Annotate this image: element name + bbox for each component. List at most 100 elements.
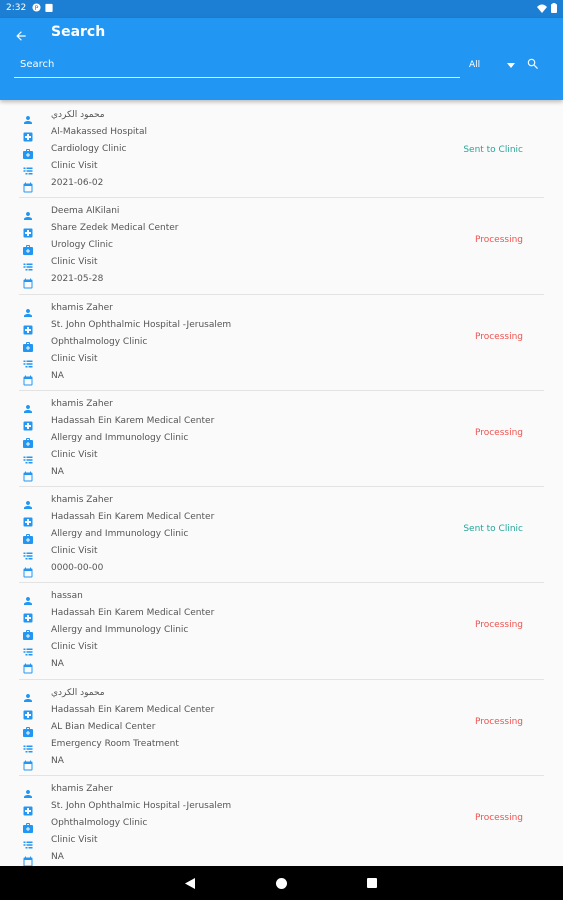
visit-type-icon bbox=[22, 355, 34, 368]
hospital-icon bbox=[22, 802, 34, 816]
record-hospital: Hadassah Ein Karem Medical Center bbox=[51, 704, 215, 715]
dropdown-arrow-icon bbox=[507, 62, 515, 68]
nav-back-button[interactable] bbox=[182, 875, 198, 891]
search-results-list: محمود الكردي Al-Makassed Hospital Cardiolo… bbox=[0, 102, 563, 873]
hospital-icon bbox=[22, 417, 34, 431]
record-visit-type: Clinic Visit bbox=[51, 642, 98, 653]
medical-bag-icon bbox=[22, 723, 34, 737]
hospital-icon bbox=[22, 128, 34, 142]
person-icon bbox=[22, 207, 34, 221]
result-card[interactable]: khamis Zaher Hadassah Ein Karem Medical C… bbox=[19, 487, 544, 584]
status-bar: 2:32 P bbox=[0, 0, 563, 18]
record-clinic-row: Ophthalmology Clinic bbox=[19, 817, 543, 834]
record-date-row: NA bbox=[19, 370, 543, 387]
svg-text:P: P bbox=[35, 5, 39, 12]
calendar-icon bbox=[22, 372, 34, 386]
record-clinic: Allergy and Immunology Clinic bbox=[51, 625, 189, 636]
record-hospital: Hadassah Ein Karem Medical Center bbox=[51, 608, 215, 619]
nav-home-button[interactable] bbox=[273, 875, 289, 891]
medical-bag-icon bbox=[22, 338, 34, 352]
medical-bag-icon bbox=[22, 626, 34, 641]
page-title: Search bbox=[51, 24, 106, 40]
search-button[interactable] bbox=[521, 52, 545, 76]
record-hospital: St. John Ophthalmic Hospital -Jerusalem bbox=[51, 801, 232, 812]
hospital-icon bbox=[22, 321, 34, 335]
record-visit-type-row: Clinic Visit bbox=[19, 449, 543, 466]
record-name: khamis Zaher bbox=[51, 784, 113, 795]
calendar-icon bbox=[22, 179, 34, 193]
hospital-icon bbox=[22, 706, 34, 720]
record-clinic: AL Bian Medical Center bbox=[51, 721, 156, 732]
record-hospital-row: Al-Makassed Hospital bbox=[19, 126, 543, 143]
result-card[interactable]: khamis Zaher Hadassah Ein Karem Medical C… bbox=[19, 391, 544, 488]
record-hospital: Hadassah Ein Karem Medical Center bbox=[51, 512, 215, 523]
record-visit-type-row: Clinic Visit bbox=[19, 160, 543, 177]
record-date: NA bbox=[51, 370, 64, 381]
record-visit-type: Clinic Visit bbox=[51, 835, 98, 846]
result-card[interactable]: khamis Zaher St. John Ophthalmic Hospital… bbox=[19, 295, 544, 391]
filter-dropdown[interactable]: All bbox=[469, 56, 515, 74]
record-date: NA bbox=[51, 755, 64, 766]
record-visit-type: Clinic Visit bbox=[51, 257, 98, 268]
record-name: Deema AlKilani bbox=[51, 206, 120, 217]
status-label: Processing bbox=[474, 813, 523, 824]
calendar-icon bbox=[22, 853, 34, 867]
medical-bag-icon bbox=[22, 434, 34, 448]
record-name: محمود الكردي bbox=[51, 110, 105, 120]
result-card[interactable]: Deema AlKilani Share Zedek Medical Center… bbox=[19, 198, 544, 295]
record-hospital: St. John Ophthalmic Hospital -Jerusalem bbox=[51, 319, 232, 330]
record-visit-type: Emergency Room Treatment bbox=[51, 738, 179, 749]
record-visit-type-row: Clinic Visit bbox=[19, 545, 543, 562]
visit-type-icon bbox=[22, 836, 34, 849]
status-time: 2:32 bbox=[6, 3, 27, 13]
record-visit-type: Clinic Visit bbox=[51, 546, 98, 557]
record-clinic: Allergy and Immunology Clinic bbox=[51, 432, 189, 443]
record-name: khamis Zaher bbox=[51, 495, 113, 506]
calendar-icon bbox=[22, 757, 34, 771]
record-clinic-row: Urology Clinic bbox=[19, 239, 543, 256]
visit-type-icon bbox=[22, 643, 34, 656]
person-icon bbox=[22, 592, 34, 606]
record-name: hassan bbox=[51, 591, 83, 602]
record-hospital-row: St. John Ophthalmic Hospital -Jerusalem bbox=[19, 319, 543, 336]
record-hospital-row: Hadassah Ein Karem Medical Center bbox=[19, 607, 543, 624]
medical-bag-icon bbox=[22, 530, 34, 545]
record-hospital-row: Hadassah Ein Karem Medical Center bbox=[19, 415, 543, 432]
result-card[interactable]: khamis Zaher St. John Ophthalmic Hospital… bbox=[19, 776, 544, 873]
visit-type-icon bbox=[22, 451, 34, 464]
record-name-row: محمود الكردي bbox=[19, 687, 543, 704]
hospital-icon bbox=[22, 609, 34, 623]
status-label: Processing bbox=[474, 235, 523, 246]
nav-recents-button[interactable] bbox=[364, 875, 380, 891]
storage-notification-icon bbox=[45, 3, 53, 12]
record-clinic: Allergy and Immunology Clinic bbox=[51, 529, 189, 540]
result-card[interactable]: محمود الكردي Hadassah Ein Karem Medical C… bbox=[19, 680, 544, 777]
calendar-icon bbox=[22, 564, 34, 578]
record-date: NA bbox=[51, 852, 64, 863]
record-name-row: khamis Zaher bbox=[19, 783, 543, 800]
record-date: 2021-06-02 bbox=[51, 178, 104, 188]
app-bar: Search All bbox=[0, 18, 563, 100]
record-date-row: NA bbox=[19, 755, 543, 772]
record-name-row: hassan bbox=[19, 590, 543, 607]
record-date-row: NA bbox=[19, 658, 543, 675]
record-visit-type-row: Clinic Visit bbox=[19, 353, 543, 370]
nav-back-icon bbox=[185, 877, 195, 889]
visit-type-icon bbox=[22, 162, 34, 175]
record-name-row: khamis Zaher bbox=[19, 494, 543, 511]
result-card[interactable]: hassan Hadassah Ein Karem Medical Center A… bbox=[19, 583, 544, 680]
search-input[interactable] bbox=[14, 52, 460, 78]
result-card[interactable]: محمود الكردي Al-Makassed Hospital Cardiolo… bbox=[19, 102, 544, 199]
record-date: NA bbox=[51, 659, 64, 670]
person-icon bbox=[22, 689, 34, 702]
back-button[interactable] bbox=[8, 23, 34, 49]
record-hospital-row: St. John Ophthalmic Hospital -Jerusalem bbox=[19, 800, 543, 817]
calendar-icon bbox=[22, 275, 34, 289]
search-icon bbox=[527, 58, 538, 69]
record-date-row: 0000-00-00 bbox=[19, 562, 543, 579]
record-name-row: محمود الكردي bbox=[19, 109, 543, 126]
record-name: khamis Zaher bbox=[51, 398, 113, 409]
hospital-icon bbox=[22, 224, 34, 238]
record-clinic: Urology Clinic bbox=[51, 240, 113, 251]
record-clinic: Cardiology Clinic bbox=[51, 144, 127, 154]
